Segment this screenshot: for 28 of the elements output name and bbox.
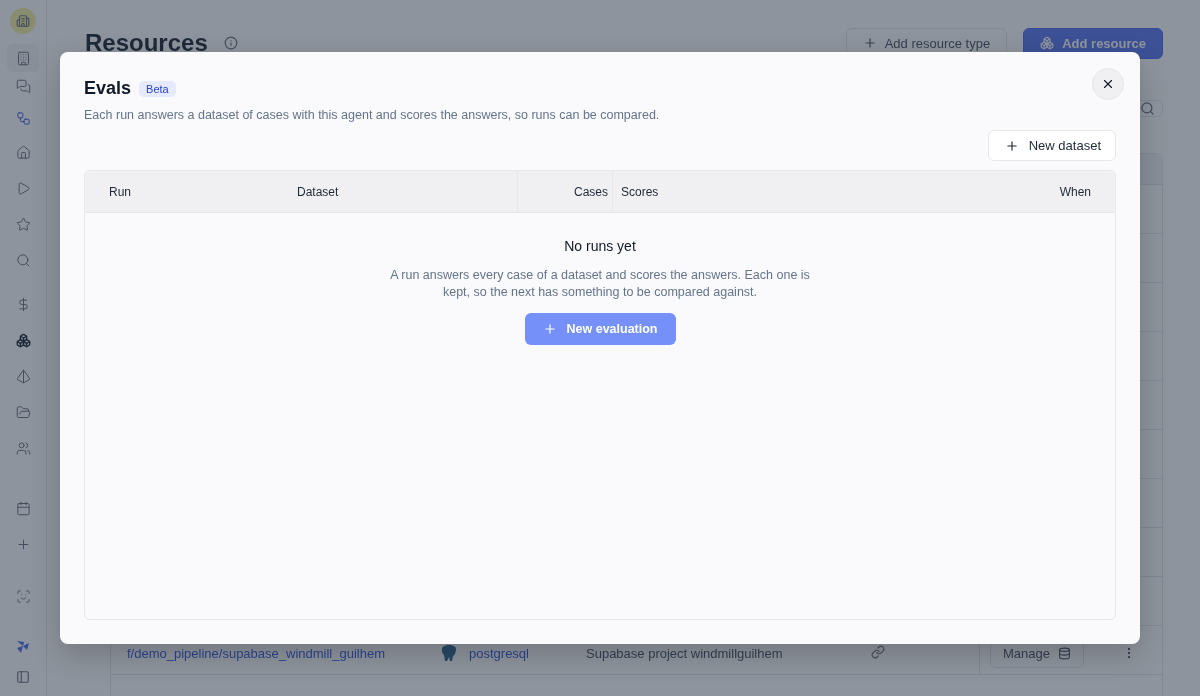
new-dataset-button[interactable]: New dataset	[987, 130, 1116, 161]
resource-path-link[interactable]: f/demo_pipeline/supabase_windmill_guilhem	[127, 645, 385, 661]
column-header: When	[1059, 184, 1091, 199]
cubes-icon	[1040, 36, 1055, 50]
description-cell-text: Supabase project windmillguilhem	[586, 645, 784, 661]
plus-icon	[542, 322, 557, 336]
database-icon	[1058, 646, 1071, 660]
close-button[interactable]	[1092, 68, 1124, 100]
column-header: Scores	[621, 184, 659, 199]
plus-icon	[862, 36, 877, 50]
dialog-description: Each run answers a dataset of cases with this agent and scores the answers, so runs can be compared.	[84, 108, 661, 122]
dialog-title: Evals	[84, 78, 132, 99]
column-header: Cases	[574, 184, 608, 199]
info-icon[interactable]	[223, 36, 238, 50]
column-header: Run	[109, 184, 131, 199]
resource-type-link[interactable]: postgresql	[469, 645, 529, 661]
workspace-logo[interactable]	[10, 8, 36, 34]
page-title: Resources	[85, 29, 208, 57]
empty-text: A run answers every case of a dataset and scores the answers. Each one is kept, so the next has something to be compared against.	[389, 267, 811, 301]
empty-title: No runs yet	[564, 238, 636, 254]
column-header: Dataset	[297, 184, 339, 199]
plus-icon	[1004, 138, 1019, 153]
new-evaluation-button[interactable]: New evaluation	[524, 313, 676, 345]
beta-badge: Beta	[139, 80, 176, 97]
elephant-icon	[439, 643, 459, 663]
building-icon[interactable]	[7, 44, 39, 72]
close-icon	[1101, 77, 1115, 91]
search-icon	[1140, 101, 1155, 116]
